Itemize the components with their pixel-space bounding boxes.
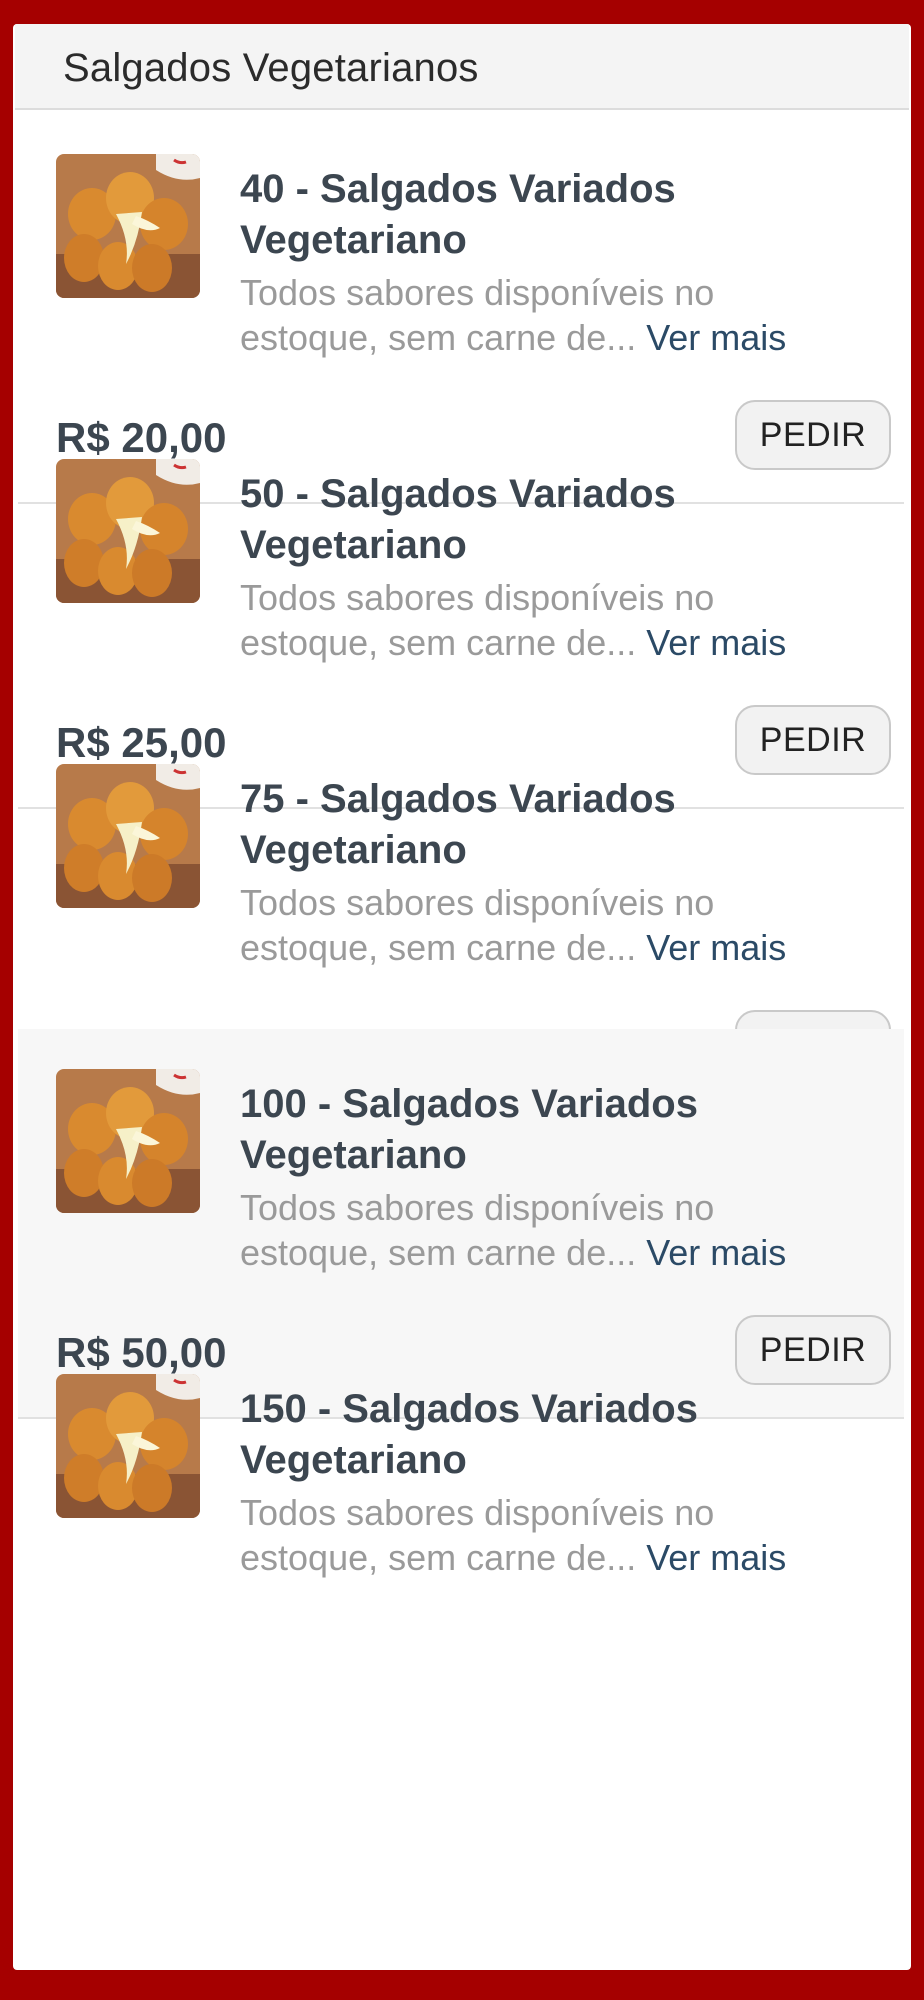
product-title[interactable]: 50 - Salgados Variados Vegetariano <box>240 469 840 571</box>
see-more-link[interactable]: Ver mais <box>646 927 786 968</box>
product-title[interactable]: 150 - Salgados Variados Vegetariano <box>240 1384 840 1486</box>
product-image[interactable] <box>56 1374 200 1518</box>
product-description-text: Todos sabores disponíveis no estoque, se… <box>240 272 715 358</box>
see-more-link[interactable]: Ver mais <box>646 622 786 663</box>
product-description-text: Todos sabores disponíveis no estoque, se… <box>240 1492 715 1578</box>
product-description: Todos sabores disponíveis no estoque, se… <box>240 880 860 970</box>
product-image[interactable] <box>56 154 200 298</box>
section-header: Salgados Vegetarianos <box>15 24 909 110</box>
product-description-text: Todos sabores disponíveis no estoque, se… <box>240 577 715 663</box>
menu-card: Salgados Vegetarianos 40 - Salgados Vari… <box>13 24 911 1970</box>
product-title[interactable]: 40 - Salgados Variados Vegetariano <box>240 164 840 266</box>
product-description: Todos sabores disponíveis no estoque, se… <box>240 270 860 360</box>
product-description-text: Todos sabores disponíveis no estoque, se… <box>240 882 715 968</box>
product-image[interactable] <box>56 459 200 603</box>
see-more-link[interactable]: Ver mais <box>646 1232 786 1273</box>
product-image[interactable] <box>56 1069 200 1213</box>
product-title[interactable]: 75 - Salgados Variados Vegetariano <box>240 774 840 876</box>
product-image[interactable] <box>56 764 200 908</box>
see-more-link[interactable]: Ver mais <box>646 1537 786 1578</box>
product-description: Todos sabores disponíveis no estoque, se… <box>240 575 860 665</box>
see-more-link[interactable]: Ver mais <box>646 317 786 358</box>
product-description: Todos sabores disponíveis no estoque, se… <box>240 1490 860 1580</box>
product-description: Todos sabores disponíveis no estoque, se… <box>240 1185 860 1275</box>
section-title: Salgados Vegetarianos <box>63 46 479 90</box>
product-item[interactable]: 150 - Salgados Variados Vegetariano Todos… <box>18 1334 904 1722</box>
product-description-text: Todos sabores disponíveis no estoque, se… <box>240 1187 715 1273</box>
product-title[interactable]: 100 - Salgados Variados Vegetariano <box>240 1079 840 1181</box>
